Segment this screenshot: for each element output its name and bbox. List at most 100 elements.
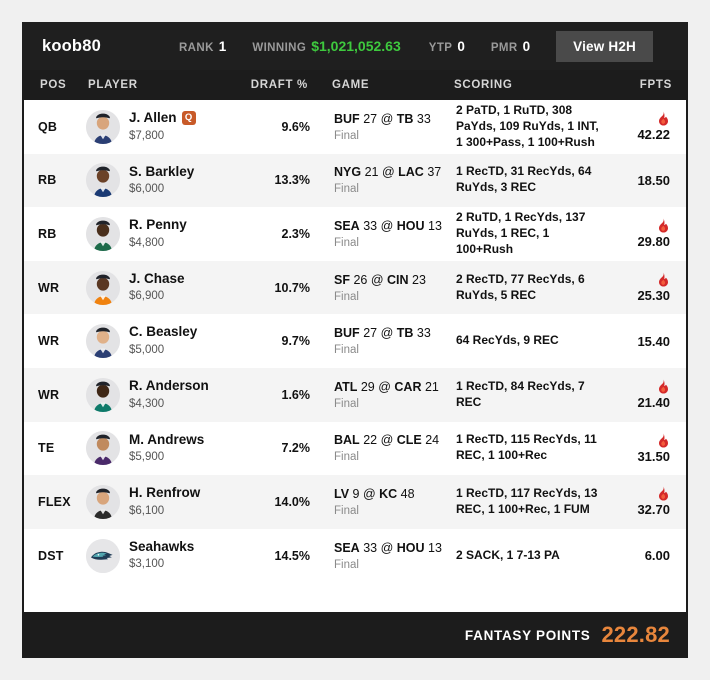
cell-draft-percent: 14.5%	[244, 547, 310, 565]
draft-percent-value: 14.5%	[274, 548, 310, 563]
cell-player[interactable]: R. Penny $4,800	[86, 216, 244, 251]
cell-scoring: 2 RuTD, 1 RecYds, 137 RuYds, 1 REC, 1 10…	[456, 210, 612, 258]
game-status: Final	[334, 236, 359, 249]
cell-fpts: 32.70	[612, 486, 686, 517]
cell-draft-percent: 14.0%	[244, 493, 310, 511]
scoring-detail: 2 SACK, 1 7-13 PA	[456, 547, 560, 562]
player-salary: $6,100	[129, 504, 165, 517]
draft-percent-value: 14.0%	[274, 494, 310, 509]
cell-player[interactable]: H. Renfrow $6,100	[86, 484, 244, 519]
draft-percent-value: 13.3%	[274, 173, 310, 188]
table-row[interactable]: WR R. Anderson $4,300 1.6% ATL 29 @ CAR …	[24, 367, 686, 422]
table-row[interactable]: FLEX H. Renfrow $6,100 14.0% LV 9 @ KC 4…	[24, 475, 686, 529]
cell-draft-percent: 10.7%	[244, 279, 310, 297]
cell-fpts: 15.40	[612, 334, 686, 349]
player-headshot-andrews	[86, 431, 120, 466]
cell-draft-percent: 13.3%	[244, 171, 310, 189]
cell-player[interactable]: C. Beasley $5,000	[86, 324, 244, 359]
view-h2h-button[interactable]: View H2H	[556, 30, 654, 62]
game-status: Final	[334, 558, 359, 571]
table-row[interactable]: TE M. Andrews $5,900 7.2% BAL 22 @ CLE 2…	[24, 421, 686, 476]
position-label: WR	[38, 280, 60, 295]
cell-player[interactable]: J. Allen Q $7,800	[86, 109, 244, 144]
game-matchup: NYG 21 @ LAC 37	[334, 165, 442, 180]
cell-player[interactable]: M. Andrews $5,900	[86, 431, 244, 466]
position-label: QB	[38, 119, 58, 134]
cell-position: QB	[24, 118, 86, 136]
table-row[interactable]: WR J. Chase $6,900 10.7% SF 26 @ CIN 23 …	[24, 260, 686, 315]
table-row[interactable]: RB R. Penny $4,800 2.3% SEA 33 @ HOU 13 …	[24, 207, 686, 261]
fantasy-points-total: 222.82	[601, 622, 670, 647]
player-info: Seahawks $3,100	[129, 539, 194, 573]
pmr-value: 0	[522, 38, 531, 54]
cell-position: TE	[24, 439, 86, 457]
player-info: H. Renfrow $6,100	[129, 485, 200, 519]
game-matchup: BUF 27 @ TB 33	[334, 111, 431, 126]
player-info: R. Anderson $4,300	[129, 378, 209, 412]
cell-scoring: 64 RecYds, 9 REC	[456, 333, 612, 349]
cell-player[interactable]: Seahawks $3,100	[86, 538, 244, 573]
player-salary: $4,800	[129, 236, 165, 249]
cell-game[interactable]: NYG 21 @ LAC 37 Final	[334, 165, 456, 195]
fpts-value: 31.50	[637, 448, 670, 464]
cell-scoring: 2 PaTD, 1 RuTD, 308 PaYds, 109 RuYds, 1 …	[456, 103, 612, 151]
player-info: R. Penny $4,800	[129, 217, 187, 251]
cell-game[interactable]: SF 26 @ CIN 23 Final	[334, 273, 456, 303]
winning-label: WINNING	[252, 42, 307, 54]
fpts-value: 29.80	[637, 234, 670, 250]
status-badge: Q	[181, 110, 196, 125]
table-row[interactable]: DST Seahawks $3,100 14.5% SEA 33 @ HOU 1…	[24, 528, 686, 583]
fpts-value: 21.40	[637, 395, 670, 411]
cell-player[interactable]: S. Barkley $6,000	[86, 163, 244, 198]
username-label: koob80	[42, 36, 101, 55]
table-row[interactable]: QB J. Allen Q $7,800 9.6% BUF 27 @ TB 33 …	[24, 100, 686, 154]
fire-icon	[657, 486, 670, 501]
player-name: M. Andrews	[129, 431, 205, 447]
position-label: FLEX	[38, 494, 71, 509]
lineup-header: koob80 RANK 1 WINNING $1,021,052.63 YTP …	[22, 22, 688, 70]
player-headshot-barkley	[86, 163, 120, 198]
cell-game[interactable]: BAL 22 @ CLE 24 Final	[334, 433, 456, 463]
rank-value: 1	[218, 38, 227, 54]
column-header-pos: POS	[40, 79, 67, 91]
column-header-fpts: FPTS	[639, 79, 672, 91]
rank-stat: RANK 1	[179, 39, 226, 54]
table-row[interactable]: WR C. Beasley $5,000 9.7% BUF 27 @ TB 33…	[24, 314, 686, 368]
scoring-detail: 2 RecTD, 77 RecYds, 6 RuYds, 5 REC	[456, 271, 585, 302]
cell-position: RB	[24, 225, 86, 243]
game-matchup: SF 26 @ CIN 23	[334, 272, 426, 287]
player-name: H. Renfrow	[129, 485, 201, 501]
cell-game[interactable]: SEA 33 @ HOU 13 Final	[334, 219, 456, 249]
cell-fpts: 31.50	[612, 433, 686, 464]
player-headshot-renfrow	[86, 484, 120, 519]
player-headshot-chase	[86, 270, 120, 305]
pmr-label: PMR	[490, 41, 518, 54]
scoring-detail: 2 RuTD, 1 RecYds, 137 RuYds, 1 REC, 1 10…	[456, 210, 586, 256]
player-salary: $5,000	[129, 343, 165, 356]
position-label: RB	[38, 226, 57, 241]
game-matchup: LV 9 @ KC 48	[334, 486, 415, 501]
lineup-footer: FANTASY POINTS 222.82	[22, 612, 688, 658]
cell-scoring: 1 RecTD, 115 RecYds, 11 REC, 1 100+Rec	[456, 432, 612, 464]
game-matchup: SEA 33 @ HOU 13	[334, 218, 442, 233]
fire-icon-svg	[659, 272, 668, 287]
cell-game[interactable]: SEA 33 @ HOU 13 Final	[334, 541, 456, 571]
cell-fpts: 29.80	[612, 218, 686, 249]
cell-scoring: 1 RecTD, 117 RecYds, 13 REC, 1 100+Rec, …	[456, 486, 612, 518]
cell-game[interactable]: ATL 29 @ CAR 21 Final	[334, 380, 456, 410]
scoring-detail: 2 PaTD, 1 RuTD, 308 PaYds, 109 RuYds, 1 …	[456, 102, 599, 149]
draft-percent-value: 10.7%	[274, 280, 310, 295]
cell-game[interactable]: BUF 27 @ TB 33 Final	[334, 326, 456, 356]
ytp-value: 0	[457, 38, 465, 54]
fire-icon	[657, 111, 670, 126]
ytp-stat: YTP 0	[429, 39, 465, 54]
cell-player[interactable]: R. Anderson $4,300	[86, 377, 244, 412]
cell-game[interactable]: BUF 27 @ TB 33 Final	[334, 112, 456, 142]
cell-game[interactable]: LV 9 @ KC 48 Final	[334, 487, 456, 517]
cell-player[interactable]: J. Chase $6,900	[86, 270, 244, 305]
fpts-value: 42.22	[637, 127, 670, 143]
table-row[interactable]: RB S. Barkley $6,000 13.3% NYG 21 @ LAC …	[24, 153, 686, 208]
player-salary: $6,000	[129, 183, 165, 196]
fpts-value: 32.70	[637, 502, 670, 518]
game-status: Final	[334, 397, 359, 410]
